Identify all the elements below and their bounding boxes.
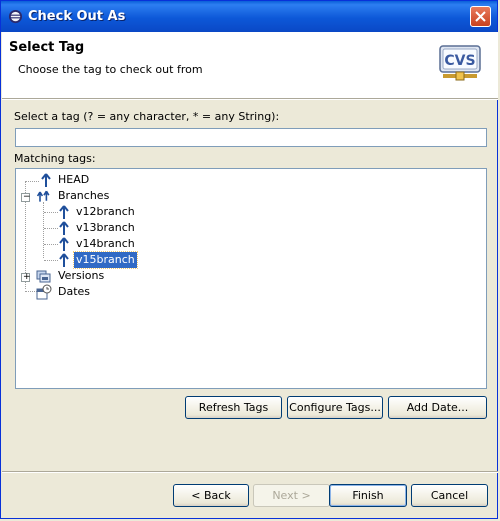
filter-label: Select a tag (? = any character, * = any… [14, 110, 280, 123]
matching-tags-label: Matching tags: [14, 152, 96, 165]
tree-item-versions[interactable]: Versions [16, 268, 486, 284]
tree-item-v12branch[interactable]: v12branch [16, 204, 486, 220]
refresh-tags-button[interactable]: Refresh Tags [185, 396, 282, 419]
footer-separator [2, 471, 498, 473]
page-description: Choose the tag to check out from [18, 63, 203, 76]
tree-item-dates[interactable]: Dates [16, 284, 486, 300]
eclipse-icon [8, 9, 23, 24]
cvs-logo-text: CVS [444, 53, 475, 69]
header-separator [2, 98, 498, 100]
page-title: Select Tag [9, 40, 85, 55]
add-date-button[interactable]: Add Date... [388, 396, 487, 419]
configure-tags-button[interactable]: Configure Tags... [287, 396, 383, 419]
finish-button[interactable]: Finish [329, 484, 407, 507]
tree-item-label: Dates [58, 285, 91, 298]
tree-item-label: v13branch [76, 221, 135, 234]
tree-item-label: v12branch [76, 205, 135, 218]
branches-folder-icon [36, 190, 50, 202]
back-button[interactable]: < Back [173, 484, 249, 507]
branch-icon [59, 253, 69, 267]
close-button[interactable] [470, 6, 491, 27]
tree-item-branches[interactable]: Branches [16, 188, 486, 204]
check-out-dialog: Check Out As Select Tag Choose the tag t… [0, 0, 498, 519]
versions-icon [36, 270, 51, 283]
next-button[interactable]: Next > [253, 484, 330, 507]
tag-filter-input[interactable] [15, 128, 487, 147]
branch-icon [59, 221, 69, 235]
title-bar[interactable]: Check Out As [1, 1, 497, 32]
tree-item-v14branch[interactable]: v14branch [16, 236, 486, 252]
tag-tree[interactable]: HEAD − Branches v12branch v13branch v14b… [15, 168, 487, 389]
wizard-header: Select Tag Choose the tag to check out f… [2, 32, 498, 98]
tree-item-head[interactable]: HEAD [16, 172, 486, 188]
close-icon [475, 11, 486, 22]
branch-icon [41, 173, 51, 187]
tree-item-label: HEAD [58, 173, 90, 186]
dates-icon [36, 284, 52, 300]
tree-item-v13branch[interactable]: v13branch [16, 220, 486, 236]
cancel-button[interactable]: Cancel [411, 484, 488, 507]
window-title: Check Out As [28, 9, 126, 24]
tree-item-label: v14branch [76, 237, 135, 250]
branch-icon [59, 205, 69, 219]
branch-icon [59, 237, 69, 251]
tree-item-label: Versions [58, 269, 105, 282]
tree-item-v15branch[interactable]: v15branch [16, 251, 486, 269]
tree-item-label: v15branch [73, 251, 138, 269]
tree-item-label: Branches [58, 189, 110, 202]
cvs-logo-icon: CVS [439, 45, 481, 81]
